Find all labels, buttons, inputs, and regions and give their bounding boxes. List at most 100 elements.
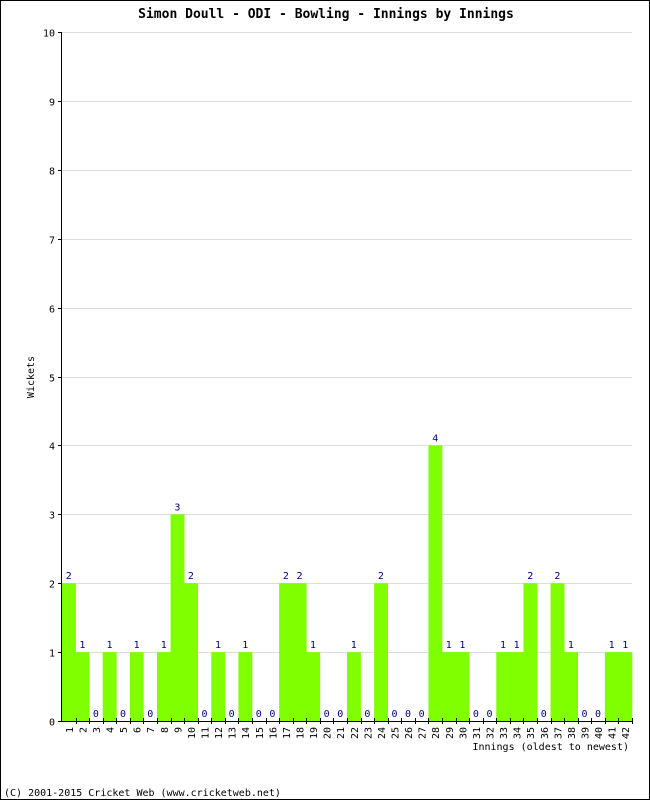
data-label: 2 [188, 571, 194, 582]
data-label: 2 [554, 571, 560, 582]
x-tick-label: 39 [581, 727, 592, 739]
data-label: 2 [378, 571, 384, 582]
bar [170, 514, 185, 721]
x-tick-label: 27 [418, 727, 429, 739]
data-label: 1 [310, 640, 316, 651]
y-tick-label: 2 [49, 580, 55, 591]
gridlines [62, 32, 632, 653]
x-tick-label: 38 [567, 727, 578, 739]
x-tick-label: 5 [119, 727, 130, 733]
chart-title: Simon Doull - ODI - Bowling - Innings by… [138, 7, 514, 22]
data-label: 0 [419, 709, 425, 720]
x-tick-label: 12 [214, 727, 225, 739]
bar [157, 652, 171, 721]
y-tick-label: 10 [43, 29, 55, 40]
bar [306, 652, 321, 721]
x-tick-label: 41 [608, 727, 619, 739]
bar [102, 652, 117, 721]
x-tick-label: 30 [458, 727, 469, 739]
copyright-footer: (C) 2001-2015 Cricket Web (www.cricketwe… [4, 788, 281, 799]
data-label: 0 [201, 709, 207, 720]
data-label: 2 [66, 571, 72, 582]
bar [428, 445, 443, 721]
y-tick-label: 4 [49, 442, 55, 453]
x-tick-label: 29 [445, 727, 456, 739]
x-tick-label: 34 [513, 727, 524, 739]
data-label: 0 [147, 709, 153, 720]
data-label: 1 [351, 640, 357, 651]
x-tick-label: 9 [173, 727, 184, 733]
x-tick-label: 2 [78, 727, 89, 733]
data-label: 1 [459, 640, 465, 651]
data-label: 0 [120, 709, 126, 720]
bar [374, 583, 389, 721]
bar [550, 583, 565, 721]
x-tick-label: 4 [106, 727, 117, 733]
x-tick-label: 26 [404, 727, 415, 739]
y-tick-label: 8 [49, 167, 55, 178]
data-label: 1 [79, 640, 85, 651]
x-tick-label: 35 [526, 727, 537, 739]
x-tick-label: 16 [268, 727, 279, 739]
data-label: 0 [256, 709, 262, 720]
x-tick-label: 6 [133, 727, 144, 733]
data-label: 0 [93, 709, 99, 720]
data-label: 2 [283, 571, 289, 582]
x-tick-label: 13 [228, 727, 239, 739]
data-label: 0 [541, 709, 547, 720]
data-label: 0 [324, 709, 330, 720]
bar [62, 583, 76, 721]
data-label: 1 [622, 640, 628, 651]
x-tick-label: 21 [336, 727, 347, 739]
x-tick-label: 18 [296, 727, 307, 739]
x-axis-label: Innings (oldest to newest) [472, 742, 629, 753]
x-tick-label: 40 [594, 727, 605, 739]
bar [292, 583, 307, 721]
x-tick-label: 17 [282, 727, 293, 739]
data-label: 4 [432, 433, 438, 444]
data-label: 0 [473, 709, 479, 720]
y-tick-label: 9 [49, 98, 55, 109]
bowling-chart: Simon Doull - ODI - Bowling - Innings by… [4, 7, 633, 799]
x-tick-label: 1 [65, 727, 76, 733]
data-label: 1 [446, 640, 452, 651]
bar [523, 583, 538, 721]
x-tick-label: 37 [553, 727, 564, 739]
data-label: 0 [595, 709, 601, 720]
data-label: 0 [581, 709, 587, 720]
y-tick-labels: 0 1 2 3 4 5 6 7 8 9 10 [43, 29, 55, 729]
x-tick-label: 8 [160, 727, 171, 733]
data-label: 0 [229, 709, 235, 720]
data-label: 1 [161, 640, 167, 651]
bar [564, 652, 579, 721]
bar [604, 652, 619, 721]
bar [509, 652, 524, 721]
data-label: 0 [337, 709, 343, 720]
data-label: 1 [215, 640, 221, 651]
bar [455, 652, 470, 721]
x-tick-label: 32 [486, 727, 497, 739]
y-tick-label: 6 [49, 305, 55, 316]
y-tick-label: 7 [49, 236, 55, 247]
x-tick-label: 7 [146, 727, 157, 733]
data-label: 1 [609, 640, 615, 651]
bar [238, 652, 253, 721]
x-tick-label: 23 [363, 727, 374, 739]
data-label: 0 [405, 709, 411, 720]
x-tick-label: 25 [391, 727, 402, 739]
data-label: 1 [134, 640, 140, 651]
x-tick-label: 36 [540, 727, 551, 739]
data-label: 1 [500, 640, 506, 651]
bar [496, 652, 511, 721]
y-tick-label: 0 [49, 718, 55, 729]
bar [184, 583, 199, 721]
x-tick-label: 28 [431, 727, 442, 739]
x-tick-label: 15 [255, 727, 266, 739]
y-tick-label: 3 [49, 511, 55, 522]
x-tick-label: 22 [350, 727, 361, 739]
chart-frame: Simon Doull - ODI - Bowling - Innings by… [0, 0, 650, 800]
x-tick-label: 3 [92, 727, 103, 733]
x-tick-label: 42 [621, 727, 632, 739]
x-tick-label: 20 [323, 727, 334, 739]
x-tick-label: 33 [499, 727, 510, 739]
